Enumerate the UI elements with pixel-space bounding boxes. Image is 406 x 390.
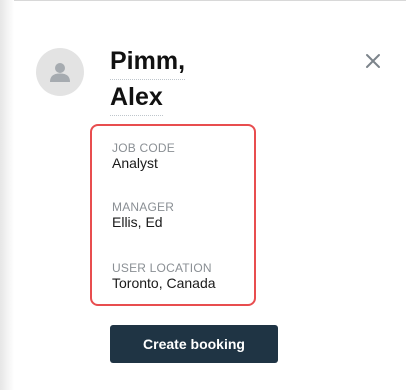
field-job-code: JOB CODE Analyst	[112, 141, 175, 172]
field-user-location: USER LOCATION Toronto, Canada	[112, 261, 216, 292]
profile-last-name: Pimm,	[110, 44, 186, 80]
field-label: JOB CODE	[112, 141, 175, 155]
field-value: Analyst	[112, 155, 158, 171]
field-value: Ellis, Ed	[112, 214, 163, 230]
panel-left-shadow	[0, 0, 14, 390]
panel-top-border	[0, 0, 406, 1]
close-icon	[366, 54, 380, 68]
user-profile-panel: Pimm, Alex JOB CODE Analyst MANAGER Elli…	[0, 0, 406, 390]
create-booking-button[interactable]: Create booking	[110, 325, 278, 363]
field-manager: MANAGER Ellis, Ed	[112, 200, 175, 231]
user-details-box: JOB CODE Analyst MANAGER Ellis, Ed USER …	[90, 124, 256, 306]
field-label: MANAGER	[112, 200, 175, 214]
field-value: Toronto, Canada	[112, 275, 216, 291]
avatar	[36, 48, 84, 96]
user-silhouette-icon	[50, 63, 70, 82]
profile-name: Pimm, Alex	[110, 44, 186, 116]
field-label: USER LOCATION	[112, 261, 212, 275]
close-button[interactable]	[362, 50, 384, 72]
profile-first-name: Alex	[110, 80, 163, 116]
